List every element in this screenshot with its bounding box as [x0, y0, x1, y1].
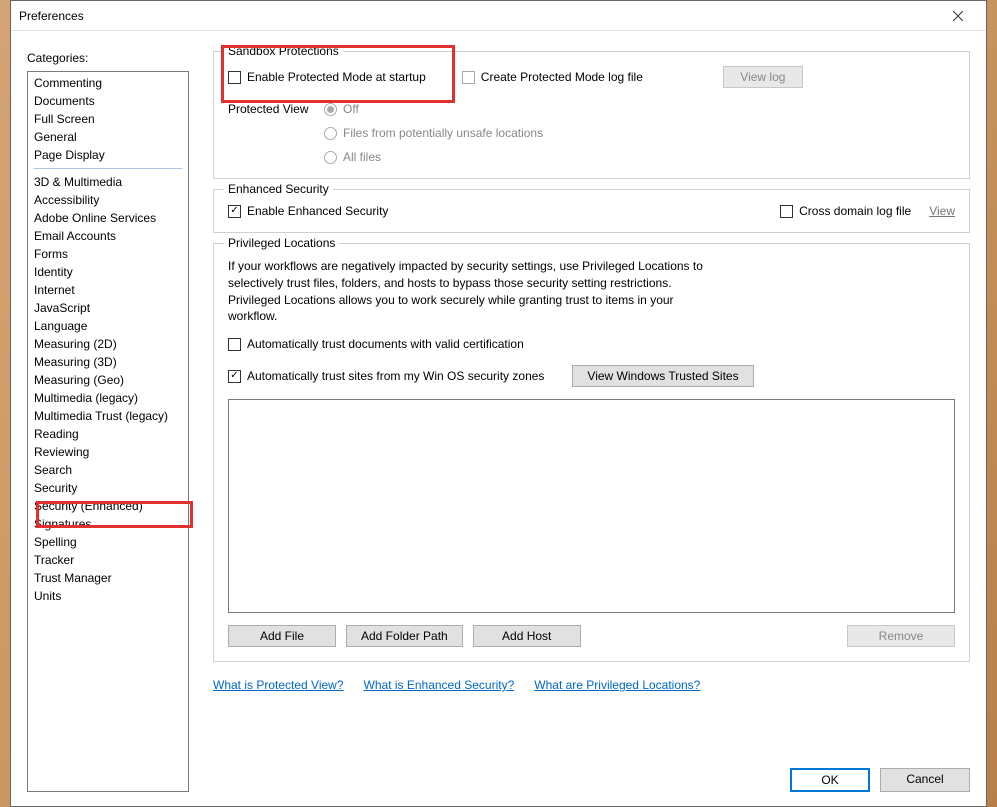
category-item[interactable]: Measuring (3D) [28, 353, 188, 371]
view-cross-domain-link[interactable]: View [929, 204, 955, 218]
category-item[interactable]: Email Accounts [28, 227, 188, 245]
privileged-locations-group: Privileged Locations If your workflows a… [213, 243, 970, 662]
auto-trust-cert-checkbox[interactable] [228, 338, 241, 351]
category-item[interactable]: Security [28, 479, 188, 497]
category-divider [34, 168, 182, 169]
category-item[interactable]: JavaScript [28, 299, 188, 317]
category-item-security-enhanced[interactable]: Security (Enhanced) [28, 497, 188, 515]
category-item[interactable]: Documents [28, 92, 188, 110]
categories-label: Categories: [27, 51, 189, 65]
cancel-button[interactable]: Cancel [880, 768, 970, 792]
category-item[interactable]: Trust Manager [28, 569, 188, 587]
sandbox-protections-group: Sandbox Protections Enable Protected Mod… [213, 51, 970, 179]
enhanced-security-group: Enhanced Security ✓ Enable Enhanced Secu… [213, 189, 970, 233]
category-item[interactable]: Multimedia (legacy) [28, 389, 188, 407]
category-item[interactable]: Measuring (2D) [28, 335, 188, 353]
category-item[interactable]: Signatures [28, 515, 188, 533]
category-item[interactable]: Internet [28, 281, 188, 299]
category-item[interactable]: Identity [28, 263, 188, 281]
add-folder-button[interactable]: Add Folder Path [346, 625, 463, 647]
category-item[interactable]: Language [28, 317, 188, 335]
category-item[interactable]: Multimedia Trust (legacy) [28, 407, 188, 425]
privileged-legend: Privileged Locations [224, 236, 339, 250]
create-log-label: Create Protected Mode log file [481, 70, 643, 84]
close-icon [953, 11, 963, 21]
category-item[interactable]: Adobe Online Services [28, 209, 188, 227]
titlebar: Preferences [11, 1, 986, 31]
cross-domain-log-label: Cross domain log file [799, 204, 911, 218]
add-host-button[interactable]: Add Host [473, 625, 581, 647]
what-are-privileged-locations-link[interactable]: What are Privileged Locations? [534, 678, 700, 692]
privileged-locations-list[interactable] [228, 399, 955, 613]
ok-button[interactable]: OK [790, 768, 870, 792]
add-file-button[interactable]: Add File [228, 625, 336, 647]
what-is-protected-view-link[interactable]: What is Protected View? [213, 678, 344, 692]
category-item[interactable]: Units [28, 587, 188, 605]
category-item[interactable]: 3D & Multimedia [28, 173, 188, 191]
category-item[interactable]: Search [28, 461, 188, 479]
category-item[interactable]: Commenting [28, 74, 188, 92]
auto-trust-zones-checkbox[interactable]: ✓ [228, 370, 241, 383]
auto-trust-cert-label: Automatically trust documents with valid… [247, 337, 524, 351]
pv-all-label: All files [343, 150, 381, 164]
remove-button[interactable]: Remove [847, 625, 955, 647]
enable-protected-mode-checkbox[interactable] [228, 71, 241, 84]
pv-off-label: Off [343, 102, 359, 116]
what-is-enhanced-security-link[interactable]: What is Enhanced Security? [364, 678, 515, 692]
categories-list[interactable]: CommentingDocumentsFull ScreenGeneralPag… [27, 71, 189, 792]
pv-all-radio[interactable] [324, 151, 337, 164]
enable-enhanced-security-checkbox[interactable]: ✓ [228, 205, 241, 218]
category-item[interactable]: Spelling [28, 533, 188, 551]
window-title: Preferences [19, 9, 938, 23]
category-item[interactable]: Tracker [28, 551, 188, 569]
auto-trust-zones-label: Automatically trust sites from my Win OS… [247, 369, 544, 383]
category-item[interactable]: Page Display [28, 146, 188, 164]
category-item[interactable]: Forms [28, 245, 188, 263]
create-log-checkbox[interactable] [462, 71, 475, 84]
category-item[interactable]: Reviewing [28, 443, 188, 461]
protected-view-label: Protected View [228, 102, 324, 164]
view-log-button[interactable]: View log [723, 66, 803, 88]
privileged-help-text: If your workflows are negatively impacte… [228, 258, 708, 325]
category-item[interactable]: General [28, 128, 188, 146]
enable-protected-mode-label: Enable Protected Mode at startup [247, 70, 426, 84]
pv-unsafe-label: Files from potentially unsafe locations [343, 126, 543, 140]
pv-unsafe-radio[interactable] [324, 127, 337, 140]
category-item[interactable]: Measuring (Geo) [28, 371, 188, 389]
category-item[interactable]: Reading [28, 425, 188, 443]
category-item[interactable]: Full Screen [28, 110, 188, 128]
enhanced-legend: Enhanced Security [224, 182, 333, 196]
pv-off-radio[interactable] [324, 103, 337, 116]
enable-enhanced-security-label: Enable Enhanced Security [247, 204, 388, 218]
close-button[interactable] [938, 2, 978, 30]
sandbox-legend: Sandbox Protections [224, 44, 343, 58]
cross-domain-log-checkbox[interactable] [780, 205, 793, 218]
preferences-window: Preferences Categories: CommentingDocume… [10, 0, 987, 807]
view-trusted-sites-button[interactable]: View Windows Trusted Sites [572, 365, 753, 387]
category-item[interactable]: Accessibility [28, 191, 188, 209]
